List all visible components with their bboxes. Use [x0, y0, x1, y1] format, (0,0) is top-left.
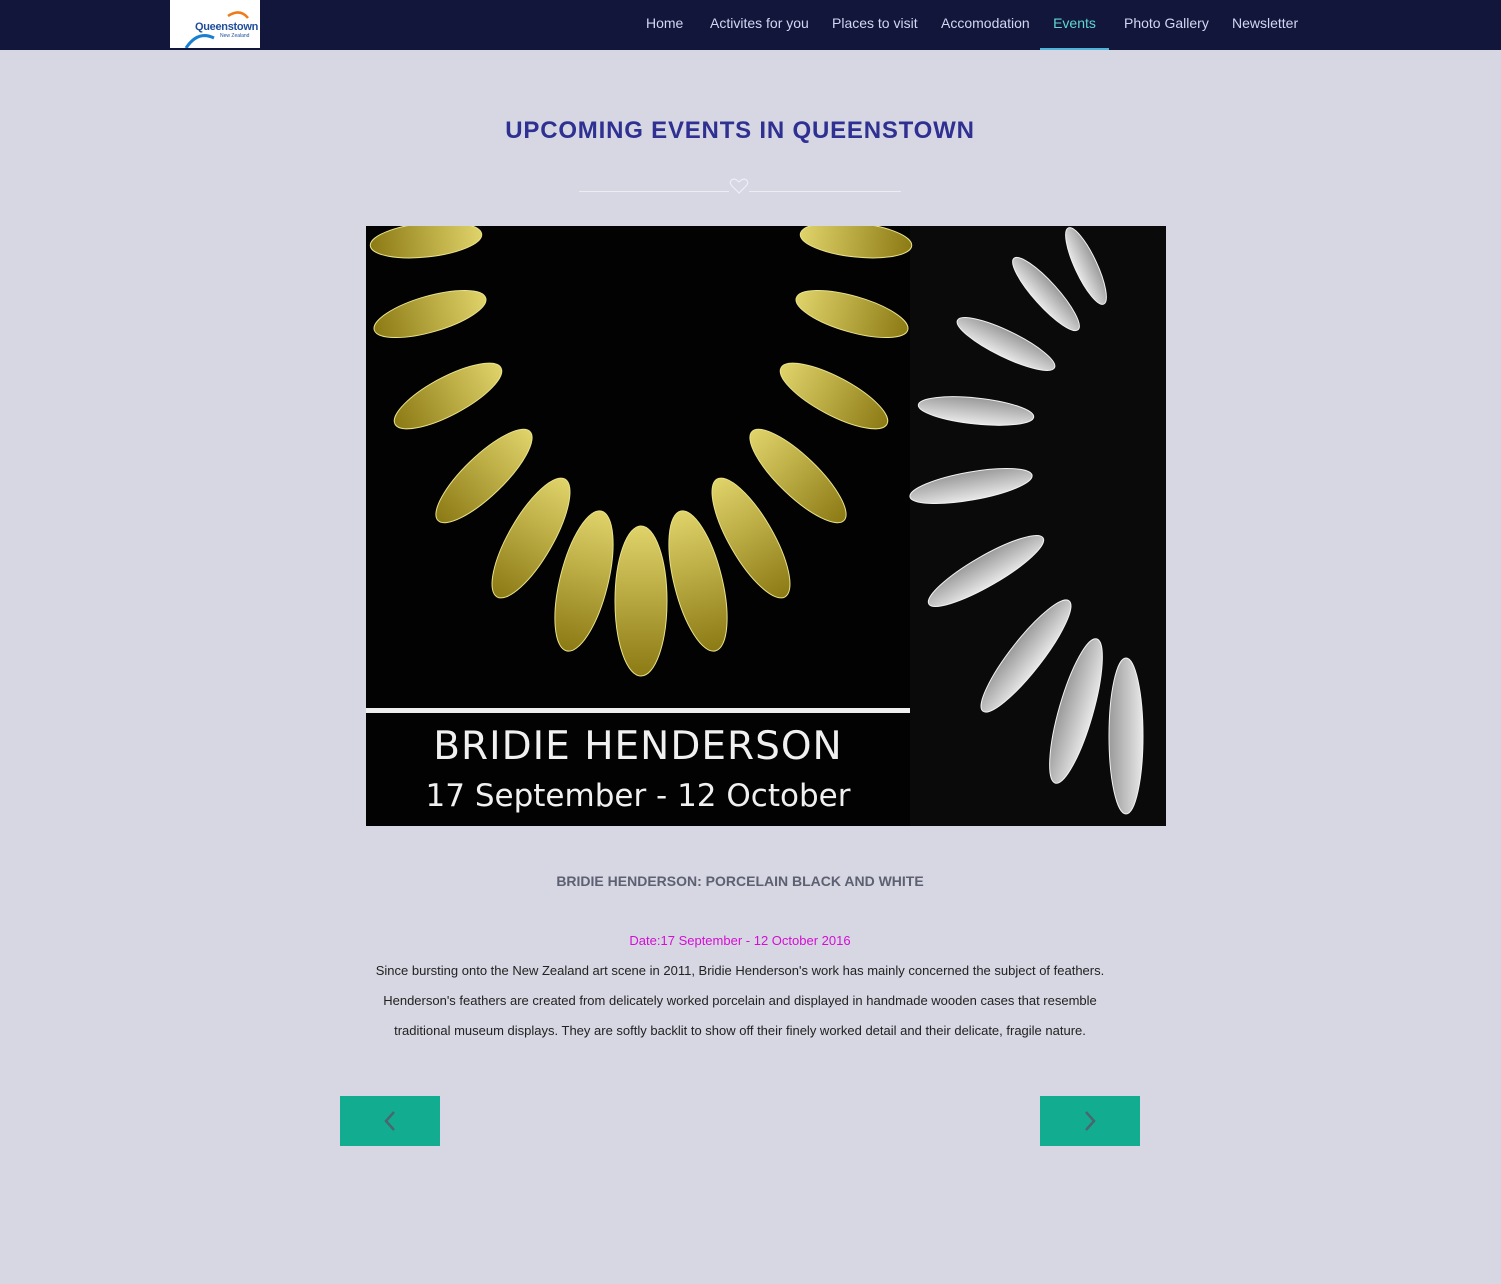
- nav-newsletter[interactable]: Newsletter: [1232, 0, 1298, 50]
- page-title: UPCOMING EVENTS IN QUEENSTOWN: [505, 117, 975, 144]
- previous-event-button[interactable]: [340, 1096, 440, 1146]
- logo-subtitle: New Zealand: [220, 33, 250, 39]
- nav-events[interactable]: Events: [1040, 0, 1109, 50]
- event-description: Since bursting onto the New Zealand art …: [375, 963, 1105, 1038]
- top-navbar: Queenstown New Zealand Home Activites fo…: [0, 0, 1501, 50]
- banner-dates: 17 September - 12 October: [425, 778, 851, 814]
- heart-icon: [729, 178, 749, 194]
- nav-activities[interactable]: Activites for you: [710, 0, 809, 50]
- nav-home[interactable]: Home: [646, 0, 683, 50]
- nav-accommodation[interactable]: Accomodation: [941, 0, 1030, 50]
- chevron-left-icon: [384, 1111, 395, 1131]
- nav-photo-gallery[interactable]: Photo Gallery: [1124, 0, 1209, 50]
- site-logo[interactable]: Queenstown New Zealand: [170, 0, 260, 48]
- next-event-button[interactable]: [1040, 1096, 1140, 1146]
- banner-title: BRIDIE HENDERSON: [433, 724, 843, 769]
- event-date: Date:17 September - 12 October 2016: [629, 933, 851, 948]
- logo-name: Queenstown: [195, 21, 259, 33]
- nav-places[interactable]: Places to visit: [832, 0, 918, 50]
- chevron-right-icon: [1085, 1111, 1096, 1131]
- event-banner-image: BRIDIE HENDERSON 17 September - 12 Octob…: [366, 226, 1166, 826]
- event-name: BRIDIE HENDERSON: PORCELAIN BLACK AND WH…: [556, 873, 924, 889]
